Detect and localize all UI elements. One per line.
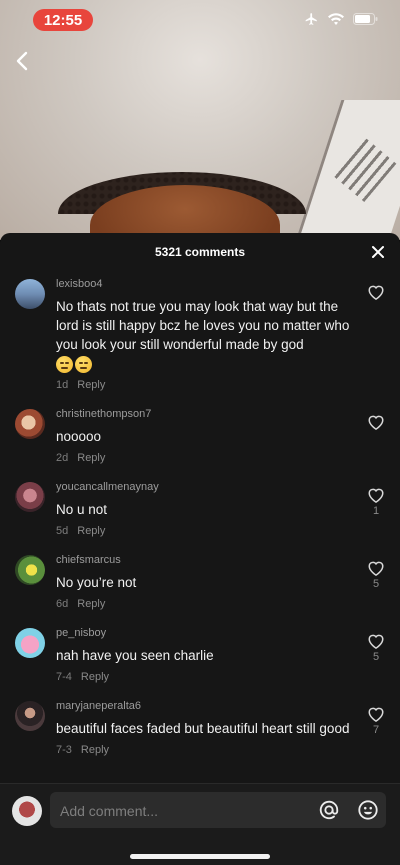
- reply-button[interactable]: Reply: [81, 743, 109, 757]
- back-arrow-icon[interactable]: [12, 50, 34, 72]
- comment-time: 1d: [56, 379, 69, 391]
- comment-text: No you’re not: [56, 575, 137, 590]
- avatar[interactable]: [15, 555, 45, 585]
- reply-button[interactable]: Reply: [77, 451, 105, 465]
- reply-button[interactable]: Reply: [77, 597, 105, 611]
- avatar[interactable]: [15, 279, 45, 309]
- comment-composer: [0, 783, 400, 865]
- reply-button[interactable]: Reply: [77, 378, 105, 392]
- like-button[interactable]: 7: [366, 706, 386, 736]
- home-indicator[interactable]: [130, 854, 270, 859]
- smirk-emoji-icon: [75, 355, 92, 373]
- comment-time: 6d: [56, 598, 69, 610]
- comment-text: nooooo: [56, 429, 102, 444]
- comment-input-box[interactable]: [50, 792, 386, 830]
- heart-icon: [368, 634, 384, 649]
- comment-time: 2d: [56, 452, 69, 464]
- like-button[interactable]: [366, 414, 386, 432]
- comments-count-title: 5321 comments: [154, 245, 246, 259]
- reply-button[interactable]: Reply: [77, 524, 105, 538]
- emoji-icon[interactable]: [357, 799, 379, 821]
- close-icon[interactable]: [370, 244, 386, 260]
- heart-icon: [368, 707, 384, 722]
- comment-username[interactable]: pe_nisboy: [56, 626, 356, 640]
- battery-icon: [353, 13, 378, 25]
- avatar[interactable]: [15, 628, 45, 658]
- comment-text: No u not: [56, 502, 108, 517]
- smirk-emoji-icon: [56, 355, 73, 373]
- comment-text: No thats not true you may look that way …: [56, 297, 356, 373]
- heart-icon: [368, 561, 384, 576]
- like-count: 5: [372, 651, 380, 663]
- wifi-icon: [328, 13, 344, 25]
- avatar[interactable]: [15, 701, 45, 731]
- comment-time: 7-3: [56, 744, 72, 756]
- comment-text: beautiful faces faded but beautiful hear…: [56, 721, 350, 736]
- heart-icon: [368, 285, 384, 300]
- like-button[interactable]: 5: [366, 560, 386, 590]
- heart-icon: [368, 415, 384, 430]
- status-time: 12:55: [33, 9, 93, 31]
- my-avatar[interactable]: [12, 796, 42, 826]
- comment-username[interactable]: christinethompson7: [56, 407, 356, 421]
- like-button[interactable]: [366, 284, 386, 302]
- like-count: 7: [372, 724, 380, 736]
- comment-username[interactable]: youcancallmenaynay: [56, 480, 356, 494]
- comments-sheet: 5321 comments lexisboo4 No thats not tru…: [0, 233, 400, 864]
- comment-username[interactable]: maryjaneperalta6: [56, 699, 356, 713]
- comment-username[interactable]: lexisboo4: [56, 277, 356, 291]
- like-count: 1: [372, 505, 380, 517]
- video-background: [0, 0, 400, 240]
- airplane-icon: [305, 13, 317, 25]
- comment-time: 7-4: [56, 671, 72, 683]
- comment-text: nah have you seen charlie: [56, 648, 214, 663]
- comment-username[interactable]: chiefsmarcus: [56, 553, 356, 567]
- status-icons: [304, 12, 378, 26]
- like-button[interactable]: 1: [366, 487, 386, 517]
- comment-input[interactable]: [58, 792, 312, 830]
- avatar[interactable]: [15, 482, 45, 512]
- like-count: 5: [372, 578, 380, 590]
- comments-header: 5321 comments: [0, 233, 400, 271]
- reply-button[interactable]: Reply: [81, 670, 109, 684]
- avatar[interactable]: [15, 409, 45, 439]
- comment-time: 5d: [56, 525, 69, 537]
- heart-icon: [368, 488, 384, 503]
- mention-icon[interactable]: [318, 799, 340, 821]
- like-button[interactable]: 5: [366, 633, 386, 663]
